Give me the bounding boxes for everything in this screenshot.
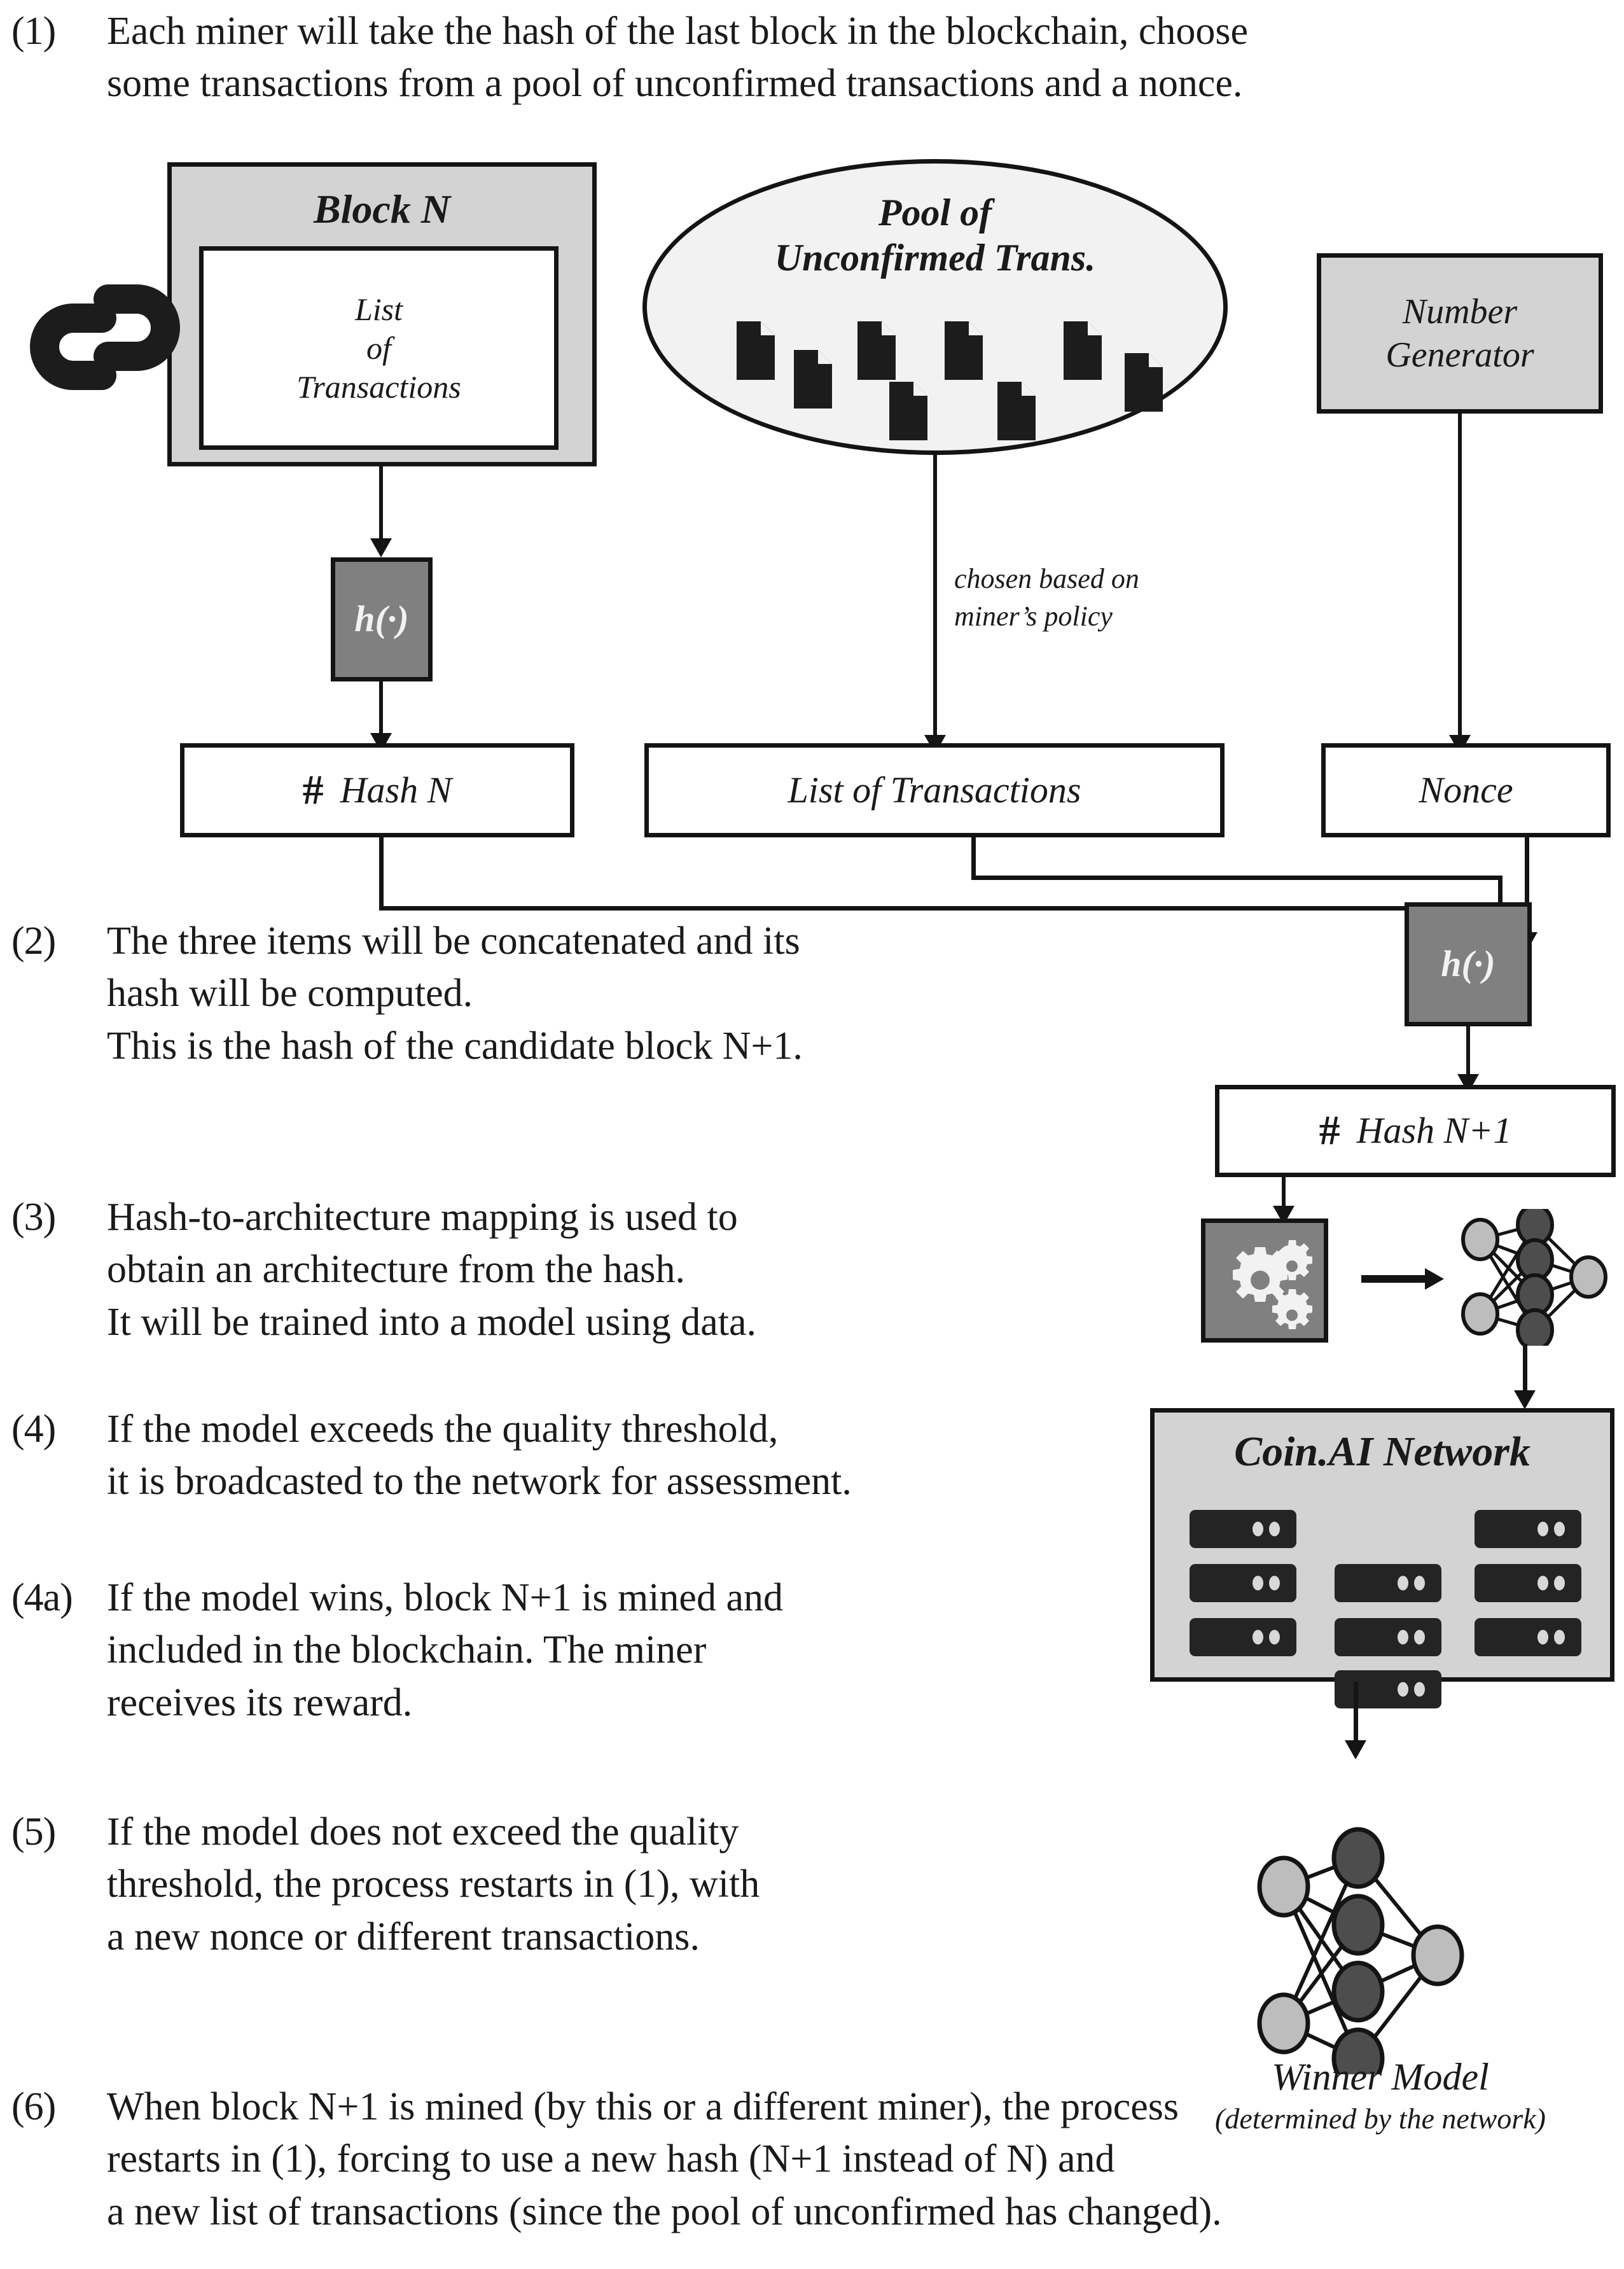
server-led: [1537, 1575, 1548, 1591]
block-n-box: Block N List of Transactions: [167, 162, 597, 466]
hash-n-plus-1-content: # Hash N+1: [1219, 1089, 1611, 1173]
server-led: [1537, 1630, 1548, 1645]
server-led: [1414, 1682, 1425, 1697]
hash-function-label-1: h(·): [354, 598, 409, 640]
server-led: [1554, 1630, 1565, 1645]
winner-model-subcaption: (determined by the network): [1215, 2102, 1546, 2135]
hash-function-box-2-visual: h(·): [1405, 902, 1532, 1026]
server-led: [1554, 1575, 1565, 1591]
connector-blockn-to-hashfn: [379, 466, 383, 541]
server-icon: [1475, 1510, 1581, 1548]
server-led: [1414, 1575, 1425, 1591]
neural-network-icon-small: [1461, 1209, 1607, 1346]
step-paragraph-4: (4) If the model exceeds the quality thr…: [11, 1403, 1093, 1508]
block-n-transactions-inner: List of Transactions: [199, 246, 559, 450]
step-number: (4): [11, 1407, 56, 1451]
number-generator-label: Number Generator: [1385, 291, 1534, 375]
server-led: [1269, 1575, 1280, 1591]
step-text: Hash-to-architecture mapping is used to …: [107, 1196, 757, 1344]
number-generator-box: Number Generator: [1317, 253, 1603, 414]
server-icon: [1335, 1564, 1441, 1602]
nonce-label: Nonce: [1419, 769, 1513, 811]
step-number: (1): [11, 10, 56, 53]
step-number: (4a): [11, 1576, 73, 1619]
step-paragraph-3: (3) Hash-to-architecture mapping is used…: [11, 1191, 1093, 1348]
arrowhead-blockn-to-hashfn: [370, 538, 392, 557]
routing-list-horizontal: [971, 876, 1503, 880]
hash-n-plus-1-box: # Hash N+1: [1215, 1085, 1616, 1177]
edge-note-chosen-based-on-miners-policy: chosen based on miner’s policy: [954, 563, 1139, 632]
server-icon: [1475, 1564, 1581, 1602]
server-icon: [1475, 1618, 1581, 1656]
server-led: [1253, 1521, 1263, 1537]
step-number: (5): [11, 1810, 56, 1854]
hash-n-label: Hash N: [340, 769, 452, 811]
routing-hashn-vertical: [379, 837, 384, 911]
chain-link-icon: [30, 284, 180, 390]
server-led: [1253, 1575, 1263, 1591]
server-led: [1398, 1682, 1408, 1697]
connector-numbergen-to-nonce: [1458, 414, 1462, 746]
hash-function-label-2: h(·): [1441, 943, 1496, 985]
winner-model-caption: Winner Model: [1272, 2056, 1489, 2098]
server-led: [1398, 1575, 1408, 1591]
hash-n-box: # Hash N: [180, 743, 574, 837]
step-number: (6): [11, 2085, 56, 2128]
step-number: (2): [11, 919, 56, 963]
connector-mapping-to-nn: [1361, 1275, 1428, 1283]
step-paragraph-2: (2) The three items will be concatenated…: [11, 915, 1093, 1072]
server-icon: [1190, 1564, 1296, 1602]
list-of-transactions-label: List of Transactions: [788, 769, 1081, 811]
server-led: [1398, 1630, 1408, 1645]
step-number: (3): [11, 1196, 56, 1239]
routing-hashn-horizontal: [379, 906, 1476, 911]
arrowhead-network-to-winner: [1345, 1740, 1366, 1759]
server-led: [1269, 1521, 1280, 1537]
step-paragraph-5: (5) If the model does not exceed the qua…: [11, 1806, 1093, 1963]
step-paragraph-4a: (4a) If the model wins, block N+1 is min…: [11, 1572, 1093, 1729]
connector-pool-to-list: [933, 454, 937, 746]
server-led: [1253, 1630, 1263, 1645]
step-text: When block N+1 is mined (by this or a di…: [107, 2085, 1222, 2233]
hash-n-content: # Hash N: [184, 748, 570, 833]
arrowhead-nn-to-network: [1514, 1390, 1536, 1409]
server-icon: [1335, 1618, 1441, 1656]
arrowhead-mapping-to-nn: [1425, 1268, 1444, 1290]
nonce-box: Nonce: [1321, 743, 1611, 837]
hash-function-box-1: h(·): [331, 557, 433, 681]
server-led: [1537, 1521, 1548, 1537]
routing-list-vertical: [971, 837, 976, 879]
gears-icon: [1233, 1240, 1312, 1329]
list-of-transactions-box: List of Transactions: [644, 743, 1225, 837]
hash-symbol-icon: #: [1319, 1107, 1340, 1154]
step-text: If the model exceeds the quality thresho…: [107, 1407, 852, 1504]
server-led: [1269, 1630, 1280, 1645]
step-text: The three items will be concatenated and…: [107, 919, 803, 1068]
server-grid: [1150, 1408, 1614, 1708]
step-text: If the model does not exceed the quality…: [107, 1810, 760, 1958]
connector-network-to-winner: [1354, 1682, 1358, 1749]
step-text: If the model wins, block N+1 is mined an…: [107, 1576, 783, 1724]
server-led: [1554, 1521, 1565, 1537]
hash-symbol-icon: #: [302, 766, 324, 813]
pool-documents-group: [737, 321, 1163, 440]
neural-network-icon-winner: [1257, 1827, 1464, 2074]
server-led: [1414, 1630, 1425, 1645]
server-icon: [1190, 1510, 1296, 1548]
block-n-title: Block N: [313, 186, 451, 232]
hash-n-plus-1-label: Hash N+1: [1356, 1110, 1512, 1152]
step-paragraph-1: (1) Each miner will take the hash of the…: [11, 5, 1614, 110]
block-n-transactions-text: List of Transactions: [296, 291, 461, 405]
step-text: Each miner will take the hash of the las…: [107, 10, 1249, 106]
server-icon: [1335, 1670, 1441, 1708]
server-icon: [1190, 1618, 1296, 1656]
